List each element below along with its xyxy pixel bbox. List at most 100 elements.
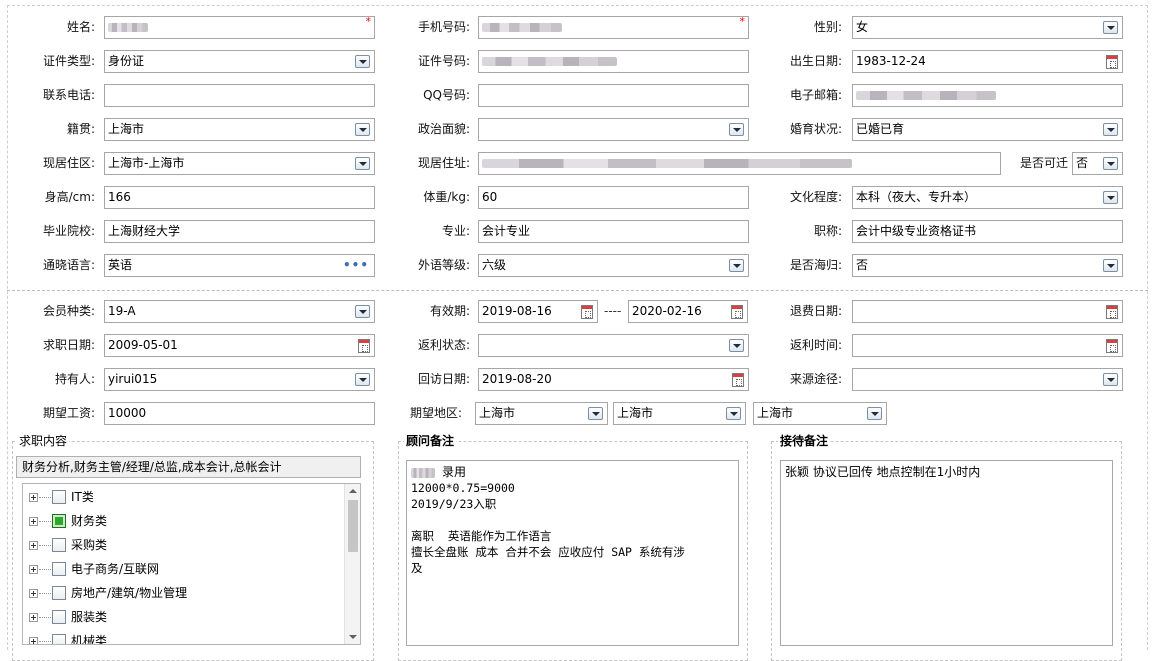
expand-icon[interactable] [29,541,38,550]
category-checkbox[interactable] [52,514,66,528]
calendar-icon[interactable] [358,339,370,353]
school-label: 毕业院校: [42,224,95,238]
political-select[interactable] [478,118,749,141]
region-select-1[interactable]: 上海市 [475,402,608,425]
salary-field[interactable]: 10000 [104,402,375,425]
source-select[interactable] [852,368,1123,391]
qq-field[interactable] [478,84,749,107]
gender-select[interactable]: 女 [852,16,1123,39]
native-place-select[interactable]: 上海市 [104,118,375,141]
rebate-status-select[interactable] [478,334,749,357]
chevron-down-icon[interactable] [588,407,603,420]
calendar-icon[interactable] [1106,305,1118,319]
selected-jobs-field[interactable]: 财务分析,财务主管/经理/总监,成本会计,总帐会计 [16,456,361,478]
expand-icon[interactable] [29,565,38,574]
chevron-down-icon[interactable] [355,157,370,170]
category-checkbox[interactable] [52,538,66,552]
category-checkbox[interactable] [52,586,66,600]
address-label: 现居住址: [417,156,470,170]
expand-icon[interactable] [29,613,38,622]
advisor-notes-textarea[interactable]: 录用 12000*0.75=9000 2019/9/23入职 离职 英语能作为工… [406,460,739,646]
calendar-icon[interactable] [1106,339,1118,353]
reception-notes-textarea[interactable]: 张颖 协议已回传 地点控制在1小时内 [780,460,1113,646]
email-field[interactable] [852,84,1123,107]
tree-item[interactable]: 采购类 [23,535,343,555]
chevron-down-icon[interactable] [729,259,744,272]
tree-item[interactable]: 电子商务/互联网 [23,559,343,579]
job-title-field[interactable]: 会计中级专业资格证书 [852,220,1123,243]
region-select-2[interactable]: 上海市 [613,402,746,425]
more-icon[interactable]: ••• [343,259,369,271]
returnee-select[interactable]: 否 [852,254,1123,277]
chevron-down-icon[interactable] [355,305,370,318]
rebate-time-field[interactable] [852,334,1123,357]
id-type-select[interactable]: 身份证 [104,50,375,73]
relocate-select[interactable]: 否 [1072,152,1123,175]
birth-date-field[interactable]: 1983-12-24 [852,50,1123,73]
expand-icon[interactable] [29,517,38,526]
job-date-field[interactable]: 2009-05-01 [104,334,375,357]
valid-period-label: 有效期: [429,304,470,318]
job-category-tree[interactable]: IT类财务类采购类电子商务/互联网 房地产/建筑/物业管理 服装类机械类 [22,483,361,645]
scroll-up-icon[interactable] [349,489,357,493]
tree-item[interactable]: 服装类 [23,607,343,627]
chevron-down-icon[interactable] [726,407,741,420]
chevron-down-icon[interactable] [1103,157,1118,170]
chevron-down-icon[interactable] [729,339,744,352]
expand-icon[interactable] [29,637,38,644]
tree-item[interactable]: 财务类 [23,511,343,531]
tree-item[interactable]: IT类 [23,487,343,507]
chevron-down-icon[interactable] [355,373,370,386]
scroll-thumb[interactable] [348,500,358,552]
school-field[interactable]: 上海财经大学 [104,220,375,243]
language-level-select[interactable]: 六级 [478,254,749,277]
tree-item[interactable]: 房地产/建筑/物业管理 [23,583,343,603]
category-checkbox[interactable] [52,562,66,576]
visit-date-field[interactable]: 2019-08-20 [478,368,749,391]
phone-field[interactable] [104,84,375,107]
education-select[interactable]: 本科（夜大、专升本） [852,186,1123,209]
member-type-value: 19-A [108,304,136,318]
expand-icon[interactable] [29,493,38,502]
name-field[interactable]: * [104,16,375,39]
chevron-down-icon[interactable] [1103,259,1118,272]
valid-from-field[interactable]: 2019-08-16 [478,300,598,323]
marital-select[interactable]: 已婚已育 [852,118,1123,141]
language-field[interactable]: 英语 ••• [104,254,375,277]
chevron-down-icon[interactable] [355,123,370,136]
region-select-3[interactable]: 上海市 [753,402,887,425]
valid-to-field[interactable]: 2020-02-16 [628,300,748,323]
chevron-down-icon[interactable] [867,407,882,420]
major-field[interactable]: 会计专业 [478,220,749,243]
height-field[interactable]: 166 [104,186,375,209]
advisor-notes-body: 12000*0.75=9000 2019/9/23入职 离职 英语能作为工作语言… [411,481,685,575]
tree-scrollbar[interactable] [344,484,360,644]
expand-icon[interactable] [29,589,38,598]
birth-label: 出生日期: [789,54,842,68]
scroll-down-icon[interactable] [349,635,357,639]
address-field[interactable] [478,152,1001,175]
category-checkbox[interactable] [52,610,66,624]
category-checkbox[interactable] [52,490,66,504]
refund-date-field[interactable] [852,300,1123,323]
calendar-icon[interactable] [581,305,593,319]
chevron-down-icon[interactable] [1103,123,1118,136]
calendar-icon[interactable] [731,305,743,319]
calendar-icon[interactable] [1106,55,1118,69]
category-checkbox[interactable] [52,634,66,644]
chevron-down-icon[interactable] [1103,191,1118,204]
calendar-icon[interactable] [732,373,744,387]
holder-select[interactable]: yirui015 [104,368,375,391]
native-place-value: 上海市 [108,122,145,136]
chevron-down-icon[interactable] [1103,373,1118,386]
tree-connector [39,593,51,594]
tree-item[interactable]: 机械类 [23,631,343,644]
mobile-field[interactable]: * [478,16,749,39]
residence-select[interactable]: 上海市-上海市 [104,152,375,175]
weight-field[interactable]: 60 [478,186,749,209]
member-type-select[interactable]: 19-A [104,300,375,323]
chevron-down-icon[interactable] [1103,21,1118,34]
id-number-field[interactable] [478,50,749,73]
chevron-down-icon[interactable] [355,55,370,68]
chevron-down-icon[interactable] [729,123,744,136]
